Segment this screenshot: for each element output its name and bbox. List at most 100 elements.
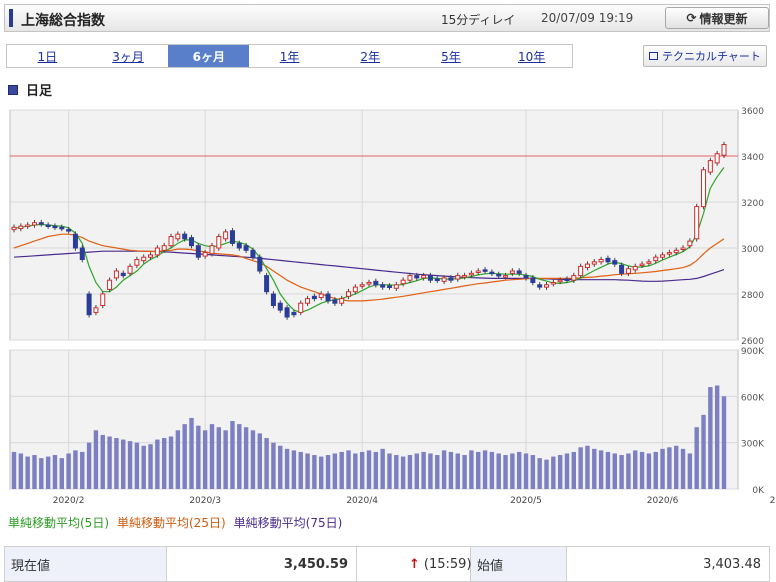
volume-bar: [312, 455, 317, 489]
candle-body: [482, 269, 488, 272]
candle-body: [229, 230, 235, 244]
volume-bar: [93, 430, 99, 489]
volume-bar: [100, 434, 105, 489]
delay-label: 15分ディレイ: [441, 13, 516, 27]
refresh-button[interactable]: ⟳ 情報更新: [665, 7, 769, 29]
volume-bar: [510, 453, 515, 489]
volume-bar: [196, 425, 201, 489]
volume-bar: [578, 447, 583, 489]
volume-bar: [687, 453, 693, 489]
price-plot-area: [9, 109, 739, 341]
candle-body: [373, 280, 379, 286]
volume-bar: [639, 451, 645, 489]
candle: [257, 254, 263, 274]
candle-body: [209, 245, 215, 255]
section-heading: 日足: [8, 80, 52, 99]
volume-bar: [11, 451, 17, 489]
candle-body: [386, 285, 392, 288]
candle-body: [666, 252, 672, 255]
price-chart: 3600 3400 3200 3000 2800 2600900K 600K 300K 0K 20…: [9, 107, 776, 506]
volume-bar: [694, 427, 699, 489]
chart-legend: 単純移動平均(5日) 単純移動平均(25日) 単純移動平均(75日): [8, 514, 342, 531]
volume-bar: [134, 442, 140, 489]
candle-body: [175, 233, 181, 240]
volume-bar: [455, 453, 460, 489]
candle: [195, 242, 201, 260]
volume-bar: [359, 451, 365, 489]
candle-body: [236, 242, 242, 249]
candle-body: [318, 293, 324, 298]
price-tick-label: 3000: [741, 245, 764, 255]
volume-bar: [557, 455, 563, 489]
candle-body: [134, 259, 140, 266]
candle: [72, 231, 78, 251]
volume-bar: [448, 451, 454, 489]
month-label: 2020/7: [770, 496, 776, 506]
tab-3m[interactable]: 3ヶ月: [88, 45, 169, 67]
volume-bar: [223, 430, 228, 489]
volume-bar: [414, 453, 419, 489]
volume-bar: [585, 445, 590, 489]
volume-bar: [489, 451, 495, 489]
volume-bar: [598, 450, 604, 489]
candle-body: [31, 222, 37, 226]
candle: [707, 157, 713, 175]
tab-6m[interactable]: 6ヶ月: [168, 45, 250, 67]
volume-bar: [237, 424, 242, 489]
volume-bar: [202, 430, 208, 489]
tab-2y[interactable]: 2年: [330, 45, 411, 67]
tab-5y[interactable]: 5年: [411, 45, 492, 67]
candle-body: [113, 270, 119, 279]
tab-1y[interactable]: 1年: [249, 45, 330, 67]
tab-1d[interactable]: 1日: [7, 45, 88, 67]
volume-bar: [680, 448, 686, 489]
volume-bar: [714, 385, 720, 489]
candle-body: [407, 275, 413, 281]
volume-bar: [373, 451, 379, 489]
volume-bar: [141, 445, 146, 489]
volume-bar: [182, 424, 187, 489]
candle-body: [475, 270, 481, 273]
candle-body: [612, 260, 618, 265]
volume-bar: [346, 450, 351, 489]
candle-body: [448, 277, 454, 281]
candle-body: [305, 298, 311, 304]
candle-body: [653, 256, 659, 262]
candle-body: [605, 257, 611, 263]
window-icon: [649, 52, 659, 60]
volume-bar: [721, 396, 727, 489]
candle-body: [564, 278, 570, 282]
volume-bar: [421, 451, 426, 489]
candle-body: [195, 245, 201, 258]
volume-bar: [45, 456, 51, 489]
candle-body: [400, 279, 406, 285]
candle-body: [161, 245, 167, 251]
candle-body: [291, 311, 297, 316]
volume-bar: [564, 453, 570, 489]
candle-body: [619, 264, 625, 274]
refresh-label: 情報更新: [699, 11, 748, 26]
volume-bar: [462, 455, 467, 489]
technical-chart-button[interactable]: テクニカルチャート: [643, 45, 767, 67]
candle-body: [496, 273, 502, 277]
volume-bar: [230, 421, 235, 489]
tab-10y[interactable]: 10年: [491, 45, 572, 67]
candle-body: [311, 295, 317, 300]
volume-bar: [80, 451, 85, 489]
month-label: 2020/4: [346, 496, 378, 506]
candle-body: [421, 275, 427, 279]
volume-bar: [428, 453, 433, 489]
month-label: 2020/3: [189, 496, 221, 506]
candle-body: [707, 160, 713, 173]
volume-bar: [619, 455, 624, 489]
volume-bar: [353, 453, 358, 489]
volume-bar: [86, 442, 92, 489]
candle-body: [66, 229, 72, 232]
candle: [86, 291, 92, 318]
volume-bar: [612, 453, 617, 489]
volume-bar: [59, 458, 64, 489]
volume-bar: [107, 436, 112, 489]
candle-body: [591, 261, 597, 265]
price-tick-label: 3600: [741, 107, 764, 117]
candle-body: [639, 263, 645, 267]
